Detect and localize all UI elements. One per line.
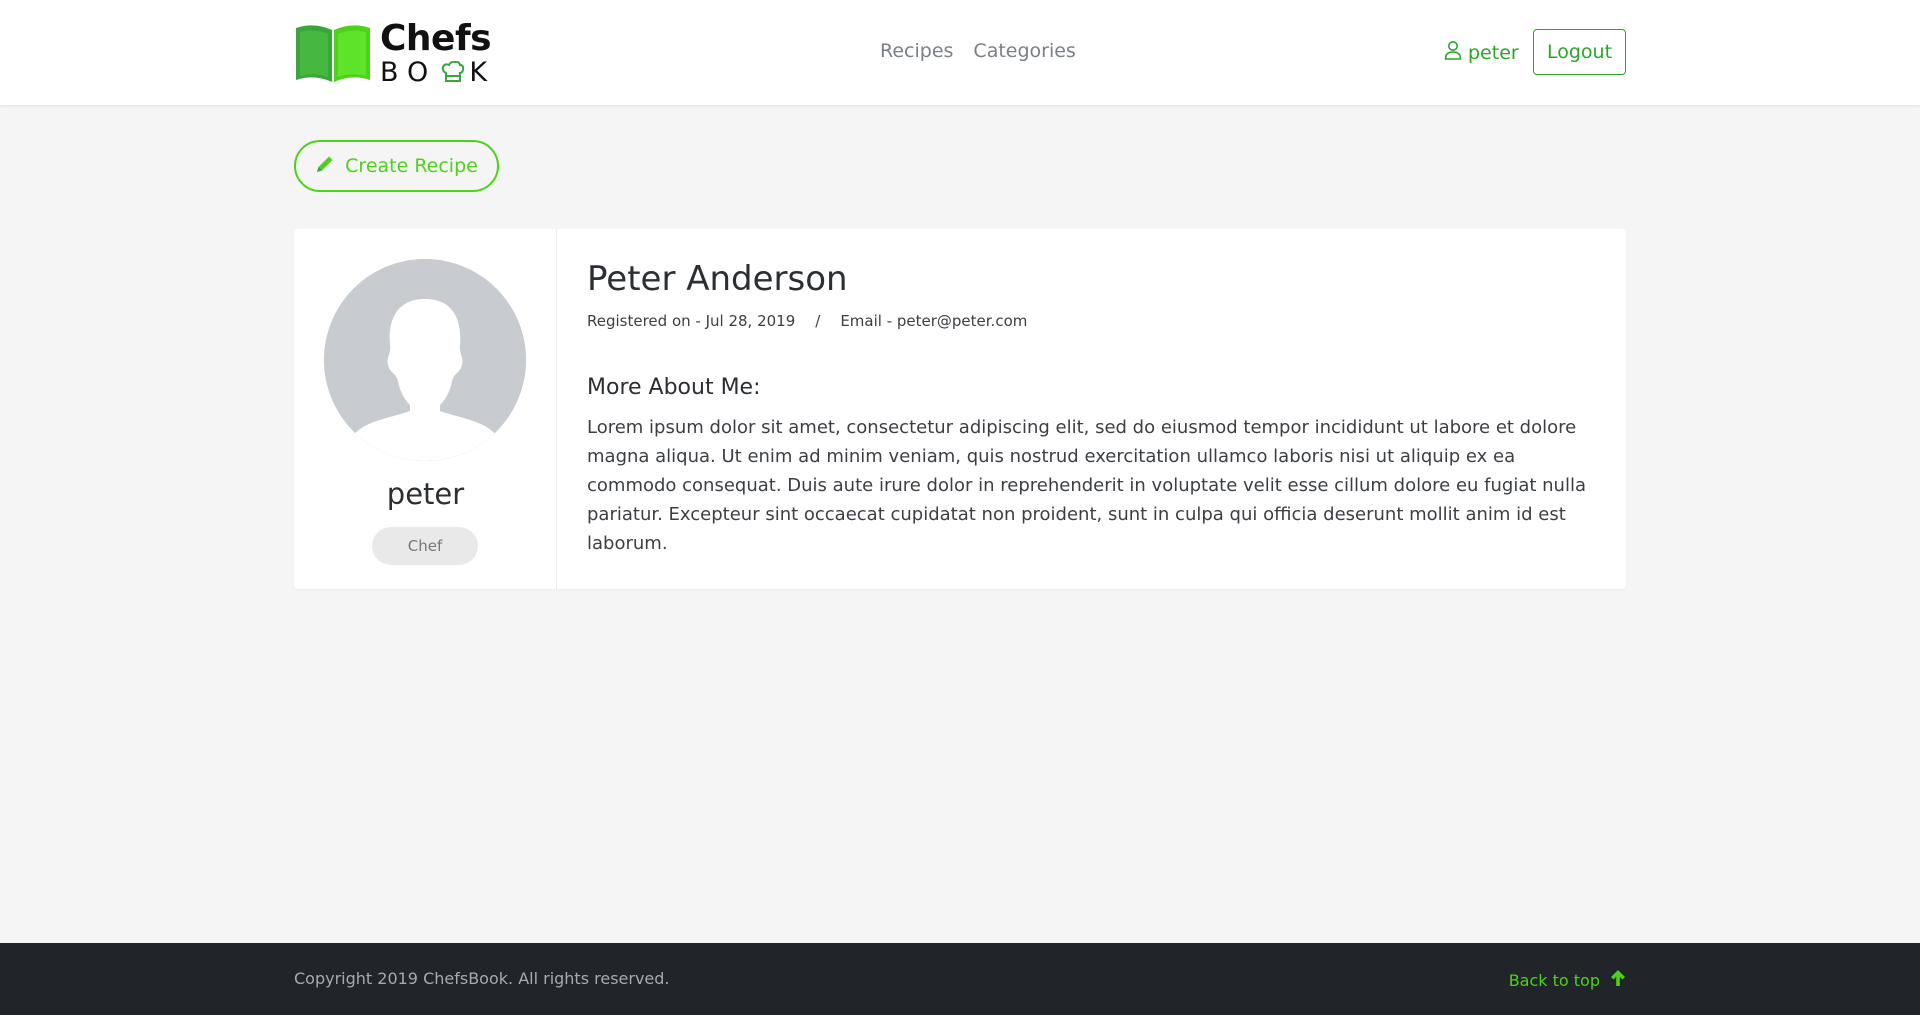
create-recipe-button[interactable]: Create Recipe xyxy=(294,140,499,192)
nav-categories[interactable]: Categories xyxy=(973,40,1075,62)
brand-text: Chefs BO K xyxy=(380,17,496,86)
user-profile-link[interactable]: peter xyxy=(1444,40,1519,65)
avatar xyxy=(324,259,526,461)
brand-title: Chefs xyxy=(380,17,492,59)
registered-date: Registered on - Jul 28, 2019 xyxy=(587,312,796,330)
brand-subtitle-left: BO xyxy=(380,56,438,88)
main-nav: Recipes Categories xyxy=(880,40,1076,62)
create-recipe-label: Create Recipe xyxy=(345,155,478,177)
meta-separator: / xyxy=(815,312,821,330)
logout-button[interactable]: Logout xyxy=(1533,29,1626,75)
brand-subtitle-right: K xyxy=(469,56,497,88)
brand-subtitle: BO K xyxy=(380,59,496,86)
profile-details: Peter Anderson Registered on - Jul 28, 2… xyxy=(587,229,1597,589)
brand-logo[interactable]: Chefs BO K xyxy=(294,17,498,86)
user-name-label: peter xyxy=(1468,41,1519,64)
about-text: Lorem ipsum dolor sit amet, consectetur … xyxy=(587,417,1586,554)
copyright-text: Copyright 2019 ChefsBook. All rights res… xyxy=(294,969,670,988)
nav-recipes[interactable]: Recipes xyxy=(880,40,953,62)
navbar: Chefs BO K Recipes Categories peter Logo… xyxy=(0,0,1920,105)
profile-meta: Registered on - Jul 28, 2019 / Email - p… xyxy=(587,312,1027,330)
user-icon xyxy=(1444,40,1462,65)
back-to-top-link[interactable]: Back to top xyxy=(1509,969,1626,991)
about-title: More About Me: xyxy=(587,375,761,400)
back-to-top-label: Back to top xyxy=(1508,970,1600,990)
profile-username: peter xyxy=(386,477,465,511)
profile-sidebar: peter Chef xyxy=(294,229,557,589)
book-logo-icon xyxy=(294,22,372,84)
profile-email: Email - peter@peter.com xyxy=(840,312,1028,330)
pencil-icon xyxy=(315,154,335,179)
profile-full-name: Peter Anderson xyxy=(587,259,848,299)
arrow-up-icon xyxy=(1610,969,1626,991)
role-badge: Chef xyxy=(372,527,478,565)
chef-hat-icon xyxy=(441,61,465,83)
profile-card: peter Chef Peter Anderson Registered on … xyxy=(294,229,1626,589)
footer: Copyright 2019 ChefsBook. All rights res… xyxy=(0,943,1920,1015)
